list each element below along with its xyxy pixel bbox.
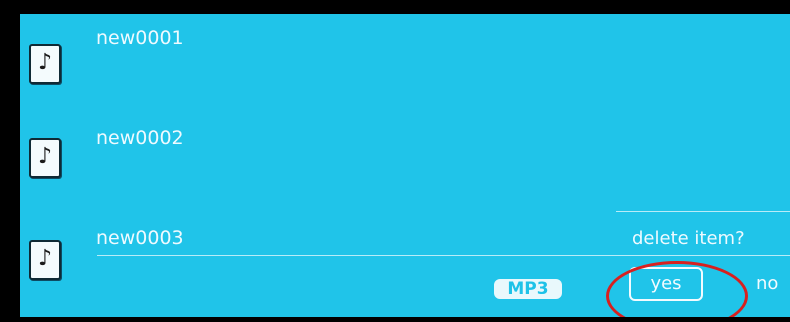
- list-item-new0002[interactable]: ♪ new0002: [20, 114, 790, 204]
- list-item-label: new0003: [96, 227, 184, 249]
- list-item-new0001[interactable]: ♪ new0001: [20, 14, 790, 104]
- list-item-label: new0002: [96, 127, 184, 149]
- device-screen: ♪ new0001 ♪ new0002 ♪ new0003 delete ite…: [20, 14, 790, 317]
- dialog-divider: [616, 211, 790, 212]
- yes-button[interactable]: yes: [629, 267, 703, 301]
- format-badge: MP3: [494, 279, 562, 299]
- music-file-icon: ♪: [29, 138, 61, 178]
- device-frame: ♪ new0001 ♪ new0002 ♪ new0003 delete ite…: [0, 0, 790, 322]
- no-button[interactable]: no: [756, 272, 778, 296]
- list-divider: [97, 255, 790, 256]
- music-file-icon: ♪: [29, 240, 61, 280]
- delete-prompt: delete item?: [632, 228, 745, 249]
- list-item-label: new0001: [96, 27, 184, 49]
- music-file-icon: ♪: [29, 44, 61, 84]
